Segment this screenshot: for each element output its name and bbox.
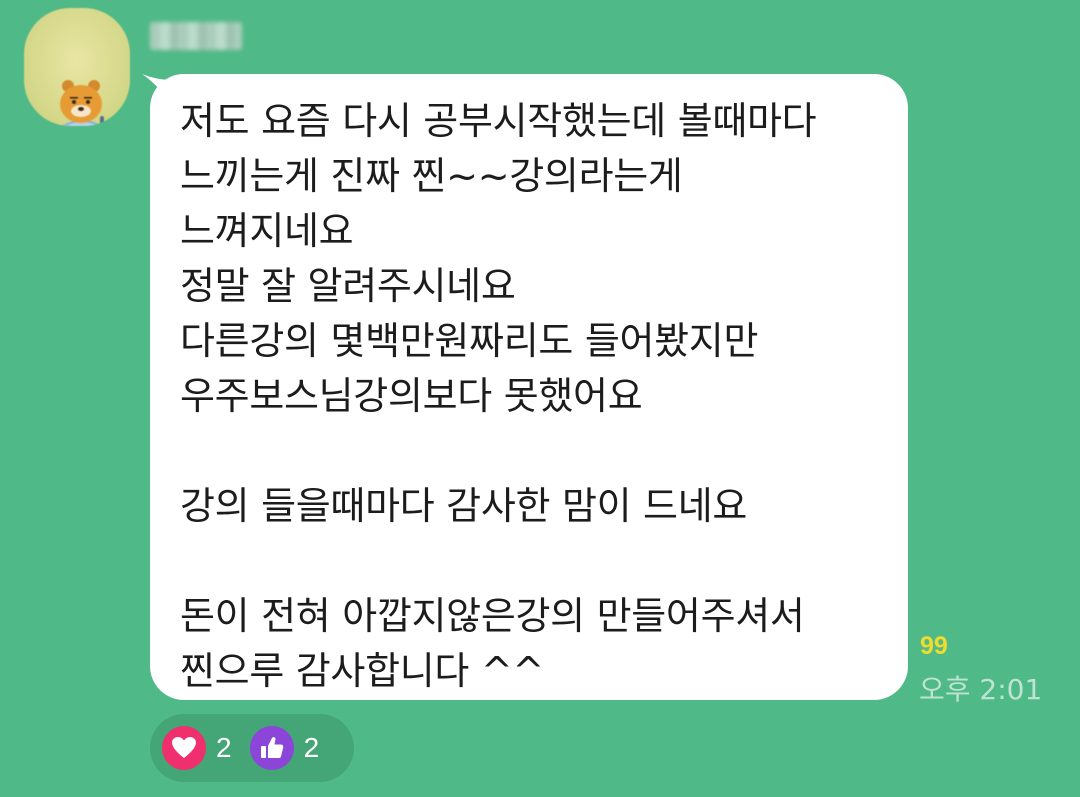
thumbs-up-icon xyxy=(249,726,294,770)
reaction-heart[interactable]: 2 xyxy=(162,726,232,770)
character-avatar-icon xyxy=(60,80,104,126)
message-line: 찐으루 감사합니다 ^^ xyxy=(180,649,544,693)
message-line xyxy=(180,534,884,589)
reaction-bar: 2 2 xyxy=(150,714,354,782)
reaction-count: 2 xyxy=(216,732,232,763)
message-line: 우주보스님강의보다 못했어요 xyxy=(180,374,643,418)
unread-count: 99 xyxy=(920,632,948,660)
sender-avatar[interactable] xyxy=(24,8,130,126)
message-line: 저도 요즘 다시 공부시작했는데 볼때마다 xyxy=(180,99,817,143)
message-line: 돈이 전혀 아깝지않은강의 만들어주셔서 xyxy=(180,594,805,638)
message-line: 느껴지네요 xyxy=(180,209,354,253)
message-line: 느끼는게 진짜 찐~~강의라는게 xyxy=(180,154,683,198)
heart-icon xyxy=(162,726,206,770)
message-line xyxy=(180,424,884,479)
message-bubble[interactable]: 저도 요즘 다시 공부시작했는데 볼때마다 느끼는게 진짜 찐~~강의라는게 느… xyxy=(150,74,908,700)
message-time: 오후 2:01 xyxy=(919,673,1043,706)
message-line: 다른강의 몇백만원짜리도 들어봤지만 xyxy=(180,319,759,363)
reaction-thumbs-up[interactable]: 2 xyxy=(249,726,320,770)
reaction-count: 2 xyxy=(303,732,320,763)
message-line: 정말 잘 알려주시네요 xyxy=(180,264,516,308)
message-line: 강의 들을때마다 감사한 맘이 드네요 xyxy=(180,484,748,528)
sender-name xyxy=(150,22,242,50)
